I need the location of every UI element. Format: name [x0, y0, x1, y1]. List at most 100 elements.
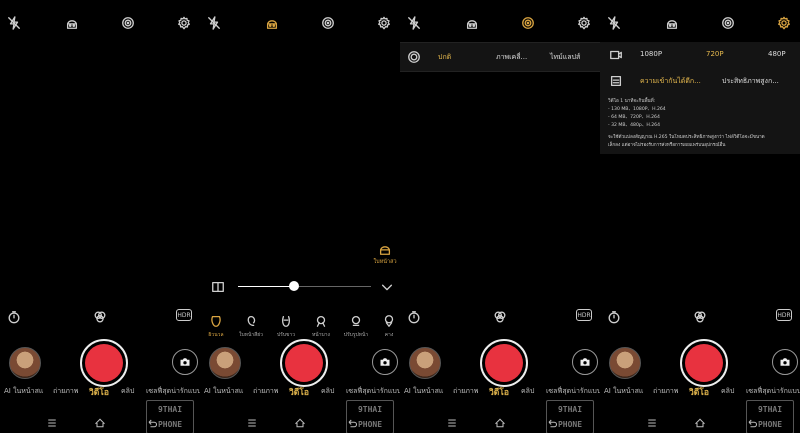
home-icon[interactable] [694, 414, 708, 428]
mode-clip[interactable]: คลิป [321, 386, 334, 397]
mode-video[interactable]: วิดีโอ [689, 385, 709, 399]
mode-selector[interactable]: AI ในหน้าสแ ถ่ายภาพ วิดีโอ คลิป เซลฟี่สุ… [400, 385, 600, 399]
gallery-thumbnail[interactable] [209, 347, 241, 379]
home-icon[interactable] [294, 414, 308, 428]
beauty-face-icon[interactable] [264, 15, 280, 31]
gallery-thumbnail[interactable] [609, 347, 641, 379]
live-option-timelapse[interactable]: ไทม์แลปส์ [550, 52, 580, 63]
record-button[interactable] [680, 339, 728, 387]
mode-clip[interactable]: คลิป [121, 386, 134, 397]
flash-off-icon[interactable] [6, 15, 22, 31]
home-icon[interactable] [94, 414, 108, 428]
beauty-item-whiten[interactable]: ปรับขาว [272, 313, 300, 339]
mode-video[interactable]: วิดีโอ [89, 385, 109, 399]
timer-icon[interactable] [606, 309, 622, 325]
mode-selector[interactable]: AI ในหน้าสแ ถ่ายภาพ วิดีโอ คลิป เซลฟี่สุ… [200, 385, 400, 399]
watermark-logo: 9THAI PHONE [746, 400, 794, 433]
switch-camera-icon[interactable] [772, 349, 798, 375]
filter-icon[interactable] [492, 309, 508, 325]
mode-video[interactable]: วิดีโอ [289, 385, 309, 399]
live-photo-menu: ปกติ ภาพเคลื่... ไทม์แลปส์ [400, 42, 600, 72]
mode-ai-beauty[interactable]: AI ในหน้าสแ [404, 386, 443, 397]
mode-ai-beauty[interactable]: AI ในหน้าสแ [4, 386, 43, 397]
mode-ar-selfie[interactable]: เซลฟี่สุดน่ารักแบบ AR [346, 386, 400, 397]
live-photo-icon[interactable] [520, 15, 536, 31]
mode-ai-beauty[interactable]: AI ในหน้าสแ [204, 386, 243, 397]
beauty-item-slim[interactable]: หน้าบาง [307, 313, 335, 339]
mode-selector[interactable]: AI ในหน้าสแ ถ่ายภาพ วิดีโอ คลิป เซลฟี่สุ… [600, 385, 800, 399]
beauty-item-chin[interactable]: คาง [375, 313, 400, 339]
live-option-motion[interactable]: ภาพเคลื่... [496, 52, 527, 63]
beauty-face-icon[interactable] [64, 15, 80, 31]
res-480p[interactable]: 480P [768, 50, 786, 58]
timer-icon[interactable] [6, 309, 22, 325]
flash-off-icon[interactable] [406, 15, 422, 31]
res-720p[interactable]: 720P [706, 50, 724, 58]
mode-ar-selfie[interactable]: เซลฟี่สุดน่ารักแบบ AR [146, 386, 200, 397]
filter-icon[interactable] [692, 309, 708, 325]
watermark-logo: 9THAI PHONE [146, 400, 194, 433]
hdr-badge-icon[interactable]: HDR [576, 309, 592, 321]
filter-icon[interactable] [92, 309, 108, 325]
record-button[interactable] [480, 339, 528, 387]
beauty-face-icon[interactable] [464, 15, 480, 31]
live-option-normal[interactable]: ปกติ [438, 52, 451, 63]
mode-ar-selfie[interactable]: เซลฟี่สุดน่ารักแบบ AR [546, 386, 600, 397]
beauty-item-smooth[interactable]: ผิวนวล [202, 313, 230, 339]
watermark-logo: 9THAI PHONE [546, 400, 594, 433]
mode-ai-beauty[interactable]: AI ในหน้าสแ [604, 386, 643, 397]
gallery-thumbnail[interactable] [9, 347, 41, 379]
res-1080p[interactable]: 1080P [640, 50, 662, 58]
slider-handle[interactable] [288, 281, 299, 291]
menu-icon[interactable] [46, 414, 60, 428]
flash-off-icon[interactable] [606, 15, 622, 31]
mode-photo[interactable]: ถ่ายภาพ [253, 386, 278, 397]
mode-ar-selfie[interactable]: เซลฟี่สุดน่ารักแบบ AR [746, 386, 800, 397]
mode-clip[interactable]: คลิป [721, 386, 734, 397]
live-photo-icon[interactable] [720, 15, 736, 31]
timer-icon[interactable] [406, 309, 422, 325]
mode-selector[interactable]: AI ในหน้าสแ ถ่ายภาพ วิดีโอ คลิป เซลฟี่สุ… [0, 385, 200, 399]
record-button[interactable] [280, 339, 328, 387]
live-photo-icon[interactable] [320, 15, 336, 31]
flash-off-icon[interactable] [206, 15, 222, 31]
mode-photo[interactable]: ถ่ายภาพ [53, 386, 78, 397]
beauty-selected-label: ใบหน้าสว [373, 259, 397, 265]
chevron-down-icon[interactable] [379, 279, 395, 295]
camera-screen-resolution: HDR AI ในหน้าสแ ถ่ายภาพ วิดีโอ คลิป เซลฟ… [600, 0, 800, 433]
compare-icon[interactable] [210, 279, 226, 295]
video-resolution-menu: 1080P 720P 480P ความเข้ากันได้ดีก... ประ… [600, 42, 800, 154]
switch-camera-icon[interactable] [372, 349, 398, 375]
beauty-face-selected[interactable]: ใบหน้าสว [372, 241, 398, 266]
file-format-icon [608, 73, 624, 89]
menu-icon[interactable] [246, 414, 260, 428]
beauty-face-icon[interactable] [664, 15, 680, 31]
settings-gear-icon[interactable] [376, 15, 392, 31]
live-photo-icon[interactable] [120, 15, 136, 31]
enc-compatible[interactable]: ความเข้ากันได้ดีก... [640, 76, 701, 87]
switch-camera-icon[interactable] [572, 349, 598, 375]
mode-clip[interactable]: คลิป [521, 386, 534, 397]
camera-screen-live-photo: HDR AI ในหน้าสแ ถ่ายภาพ วิดีโอ คลิป เซลฟ… [400, 0, 600, 433]
mode-photo[interactable]: ถ่ายภาพ [653, 386, 678, 397]
settings-gear-icon[interactable] [776, 15, 792, 31]
beauty-item-face-tone[interactable]: ใบหน้าสีย่ว [237, 313, 265, 339]
beauty-item-reshape[interactable]: ปรับรูปหน้า [342, 313, 370, 339]
enc-efficient[interactable]: ประสิทธิภาพสูงก... [722, 76, 779, 87]
resolution-row: 1080P 720P 480P [600, 45, 800, 65]
beauty-slider[interactable] [210, 280, 395, 294]
record-button[interactable] [80, 339, 128, 387]
switch-camera-icon[interactable] [172, 349, 198, 375]
home-icon[interactable] [494, 414, 508, 428]
settings-gear-icon[interactable] [176, 15, 192, 31]
mode-photo[interactable]: ถ่ายภาพ [453, 386, 478, 397]
mode-video[interactable]: วิดีโอ [489, 385, 509, 399]
settings-gear-icon[interactable] [576, 15, 592, 31]
hdr-badge-icon[interactable]: HDR [776, 309, 792, 321]
hdr-badge-icon[interactable]: HDR [176, 309, 192, 321]
menu-icon[interactable] [446, 414, 460, 428]
camera-screen-default: HDR AI ในหน้าสแ ถ่ายภาพ วิดีโอ คลิป เซลฟ… [0, 0, 200, 433]
gallery-thumbnail[interactable] [409, 347, 441, 379]
beauty-options: ผิวนวล ใบหน้าสีย่ว ปรับขาว หน้าบาง ปรับร… [200, 313, 400, 341]
menu-icon[interactable] [646, 414, 660, 428]
